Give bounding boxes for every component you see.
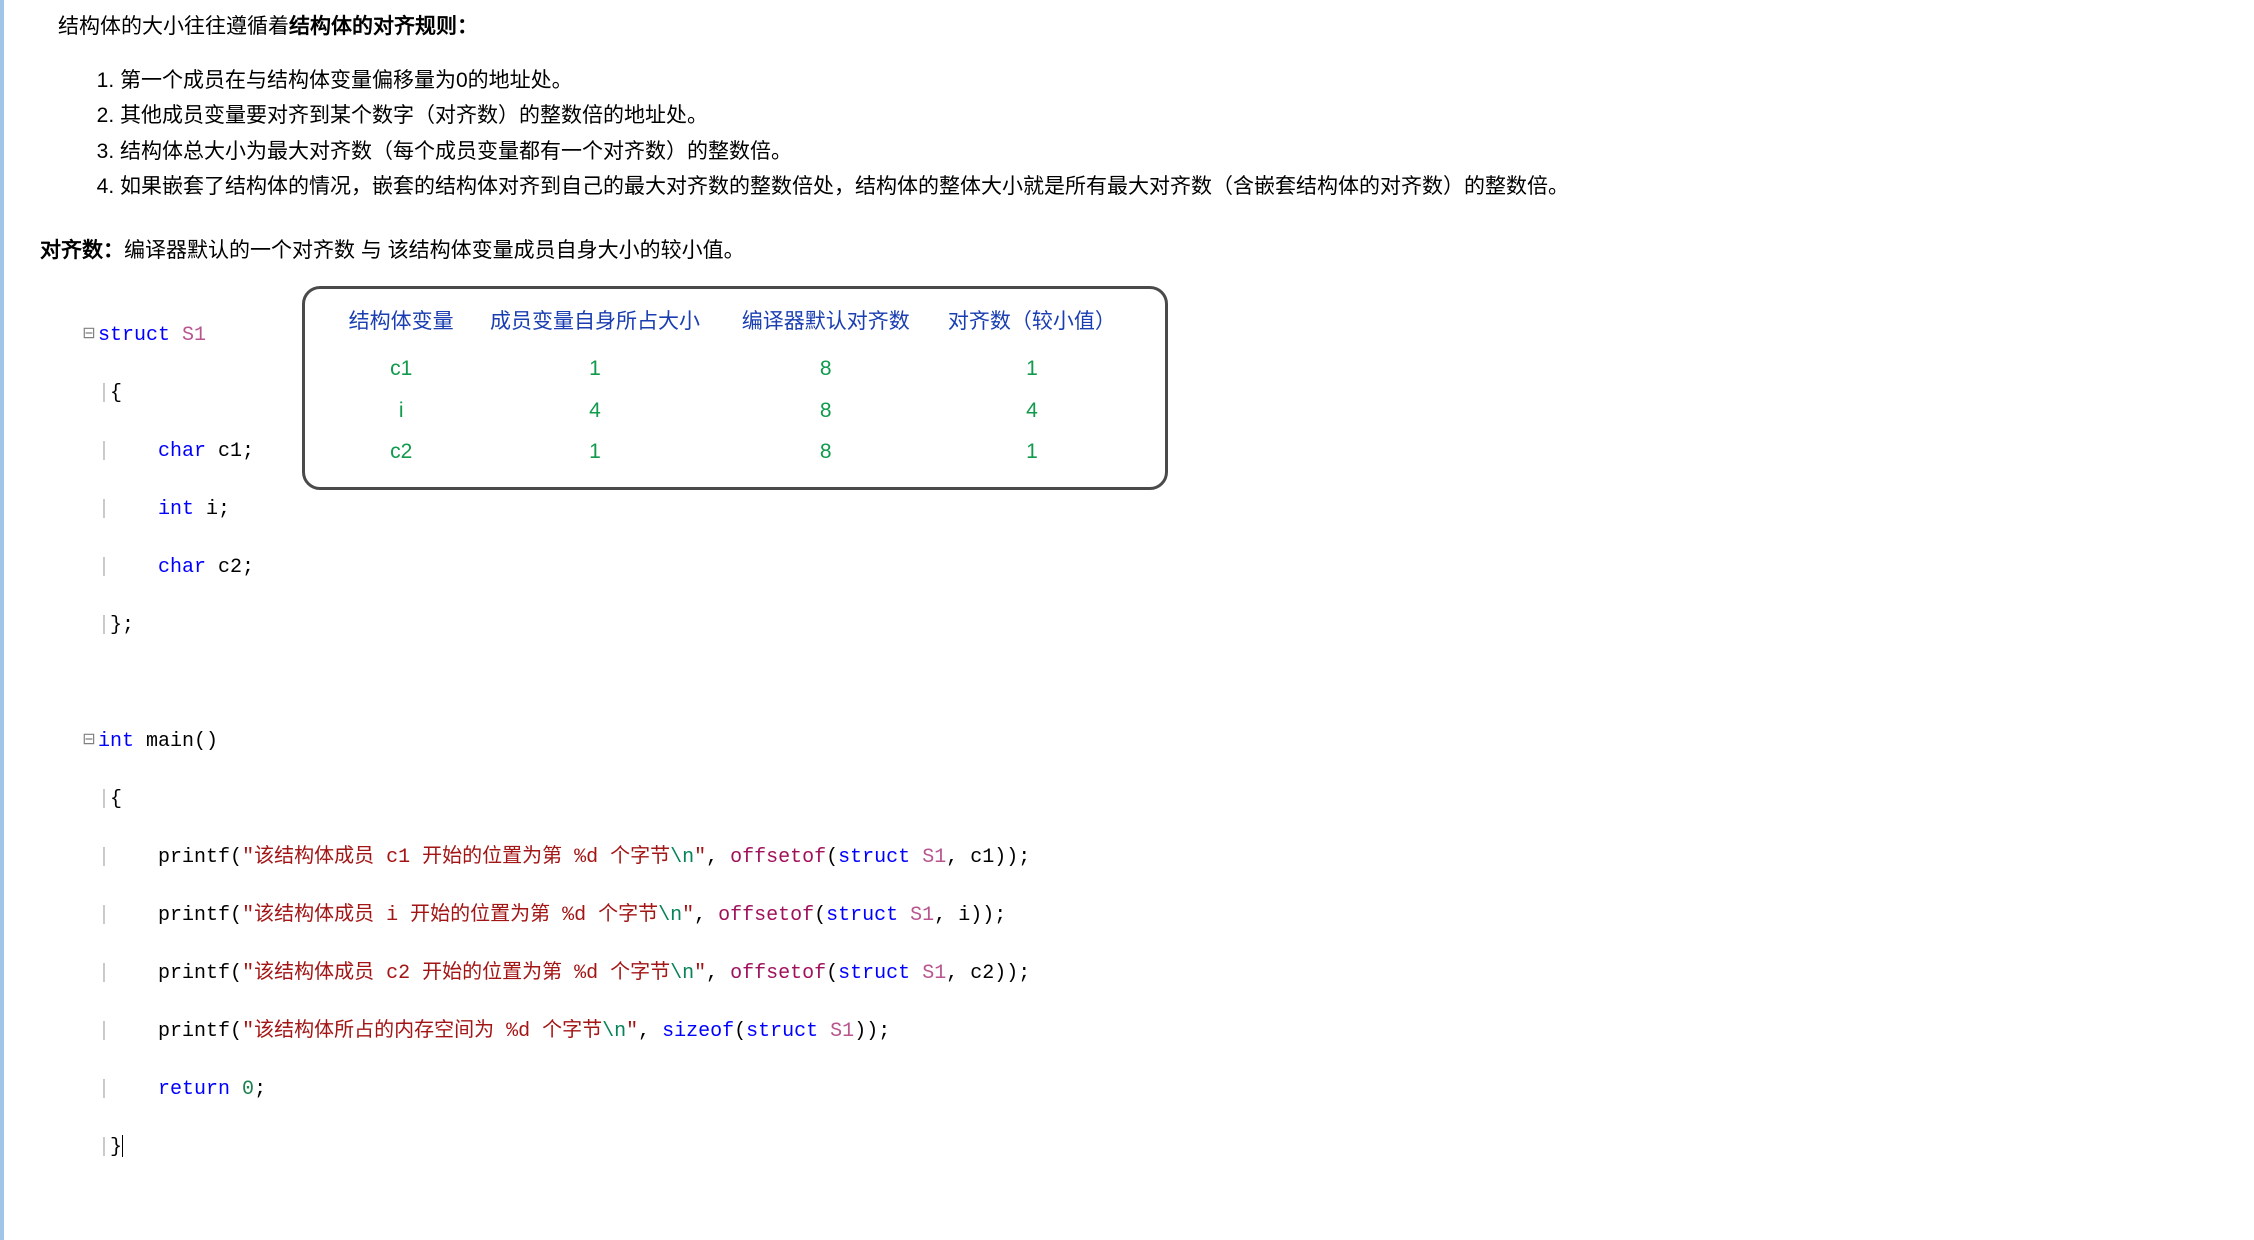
paren: ( — [826, 846, 838, 869]
intro-paragraph: 结构体的大小往往遵循着结构体的对齐规则： — [58, 10, 2194, 44]
struct-name: S1 — [182, 324, 206, 347]
cell: 1 — [929, 431, 1135, 473]
kw-struct: struct — [98, 324, 170, 347]
cell: 4 — [467, 390, 722, 432]
cell: c1 — [335, 348, 467, 390]
kw-char: char — [158, 440, 206, 463]
escape: \n — [670, 962, 694, 985]
cell: c2 — [335, 431, 467, 473]
fold-icon[interactable]: ⊟ — [80, 323, 98, 346]
sep: , — [706, 846, 730, 869]
table-row: c1 1 8 1 — [335, 348, 1135, 390]
arg: , i)); — [934, 904, 1006, 927]
rule-item-4: 如果嵌套了结构体的情况，嵌套的结构体对齐到自己的最大对齐数的整数倍处，结构体的整… — [120, 170, 2194, 204]
printf: printf — [158, 846, 230, 869]
brace: { — [110, 382, 122, 405]
rule-item-3: 结构体总大小为最大对齐数（每个成员变量都有一个对齐数）的整数倍。 — [120, 135, 2194, 169]
decl-c1: c1; — [206, 440, 254, 463]
kw-int: int — [98, 730, 134, 753]
table-row: i 4 8 4 — [335, 390, 1135, 432]
intro-bold: 结构体的对齐规则： — [289, 15, 478, 38]
cell: 4 — [929, 390, 1135, 432]
sep: , — [706, 962, 730, 985]
rule-item-1: 第一个成员在与结构体变量偏移量为0的地址处。 — [120, 64, 2194, 98]
arg: , c1)); — [946, 846, 1030, 869]
string-literal: "该结构体成员 c1 开始的位置为第 %d 个字节 — [242, 846, 670, 869]
fold-icon[interactable]: ⊟ — [80, 729, 98, 752]
escape: \n — [602, 1020, 626, 1043]
align-label: 对齐数： — [40, 239, 124, 262]
struct-name: S1 — [818, 1020, 854, 1043]
sep: , — [638, 1020, 662, 1043]
kw-struct: struct — [826, 904, 898, 927]
rule-item-2: 其他成员变量要对齐到某个数字（对齐数）的整数倍的地址处。 — [120, 99, 2194, 133]
kw-int: int — [158, 498, 194, 521]
cell: 8 — [723, 390, 929, 432]
paren: ( — [734, 1020, 746, 1043]
paren: ( — [826, 962, 838, 985]
printf: printf — [158, 904, 230, 927]
align-desc: 编译器默认的一个对齐数 与 该结构体变量成员自身大小的较小值。 — [124, 239, 745, 262]
struct-name: S1 — [910, 962, 946, 985]
text-cursor — [122, 1135, 123, 1157]
string-literal: "该结构体成员 i 开始的位置为第 %d 个字节 — [242, 904, 658, 927]
struct-name: S1 — [898, 904, 934, 927]
kw-struct: struct — [838, 962, 910, 985]
offsetof: offsetof — [730, 962, 826, 985]
th-default: 编译器默认对齐数 — [723, 299, 929, 349]
escape: \n — [670, 846, 694, 869]
document-body: 结构体的大小往往遵循着结构体的对齐规则： 第一个成员在与结构体变量偏移量为0的地… — [0, 0, 2254, 1240]
brace: { — [110, 788, 122, 811]
main-sig: main() — [134, 730, 218, 753]
struct-name: S1 — [910, 846, 946, 869]
sizeof: sizeof — [662, 1020, 734, 1043]
decl-i: i; — [194, 498, 230, 521]
alignment-table: 结构体变量 成员变量自身所占大小 编译器默认对齐数 对齐数（较小值） c1 1 … — [302, 286, 1168, 490]
alignment-definition: 对齐数：编译器默认的一个对齐数 与 该结构体变量成员自身大小的较小值。 — [40, 234, 2194, 268]
offsetof: offsetof — [730, 846, 826, 869]
alignment-table-element: 结构体变量 成员变量自身所占大小 编译器默认对齐数 对齐数（较小值） c1 1 … — [335, 299, 1135, 473]
table-row: c2 1 8 1 — [335, 431, 1135, 473]
cell: 8 — [723, 348, 929, 390]
th-align: 对齐数（较小值） — [929, 299, 1135, 349]
sep: , — [694, 904, 718, 927]
decl-c2: c2; — [206, 556, 254, 579]
table-header-row: 结构体变量 成员变量自身所占大小 编译器默认对齐数 对齐数（较小值） — [335, 299, 1135, 349]
cell: 1 — [467, 431, 722, 473]
th-selfsize: 成员变量自身所占大小 — [467, 299, 722, 349]
string-literal: " — [626, 1020, 638, 1043]
brace-close: }; — [110, 614, 134, 637]
cell: i — [335, 390, 467, 432]
th-var: 结构体变量 — [335, 299, 467, 349]
string-literal: "该结构体所占的内存空间为 %d 个字节 — [242, 1020, 602, 1043]
cell: 1 — [467, 348, 722, 390]
offsetof: offsetof — [718, 904, 814, 927]
cell: 1 — [929, 348, 1135, 390]
arg: , c2)); — [946, 962, 1030, 985]
printf: printf — [158, 1020, 230, 1043]
intro-text: 结构体的大小往往遵循着 — [58, 15, 289, 38]
printf: printf — [158, 962, 230, 985]
arg: )); — [854, 1020, 890, 1043]
string-literal: " — [694, 962, 706, 985]
brace-close: } — [110, 1136, 122, 1159]
kw-struct: struct — [838, 846, 910, 869]
cell: 8 — [723, 431, 929, 473]
string-literal: " — [682, 904, 694, 927]
kw-char: char — [158, 556, 206, 579]
string-literal: " — [694, 846, 706, 869]
semicolon: ; — [254, 1078, 266, 1101]
escape: \n — [658, 904, 682, 927]
string-literal: "该结构体成员 c2 开始的位置为第 %d 个字节 — [242, 962, 670, 985]
code-area: 结构体变量 成员变量自身所占大小 编译器默认对齐数 对齐数（较小值） c1 1 … — [80, 292, 2194, 1220]
paren: ( — [814, 904, 826, 927]
kw-struct: struct — [746, 1020, 818, 1043]
rules-list: 第一个成员在与结构体变量偏移量为0的地址处。 其他成员变量要对齐到某个数字（对齐… — [92, 64, 2194, 204]
num-literal: 0 — [230, 1078, 254, 1101]
kw-return: return — [158, 1078, 230, 1101]
